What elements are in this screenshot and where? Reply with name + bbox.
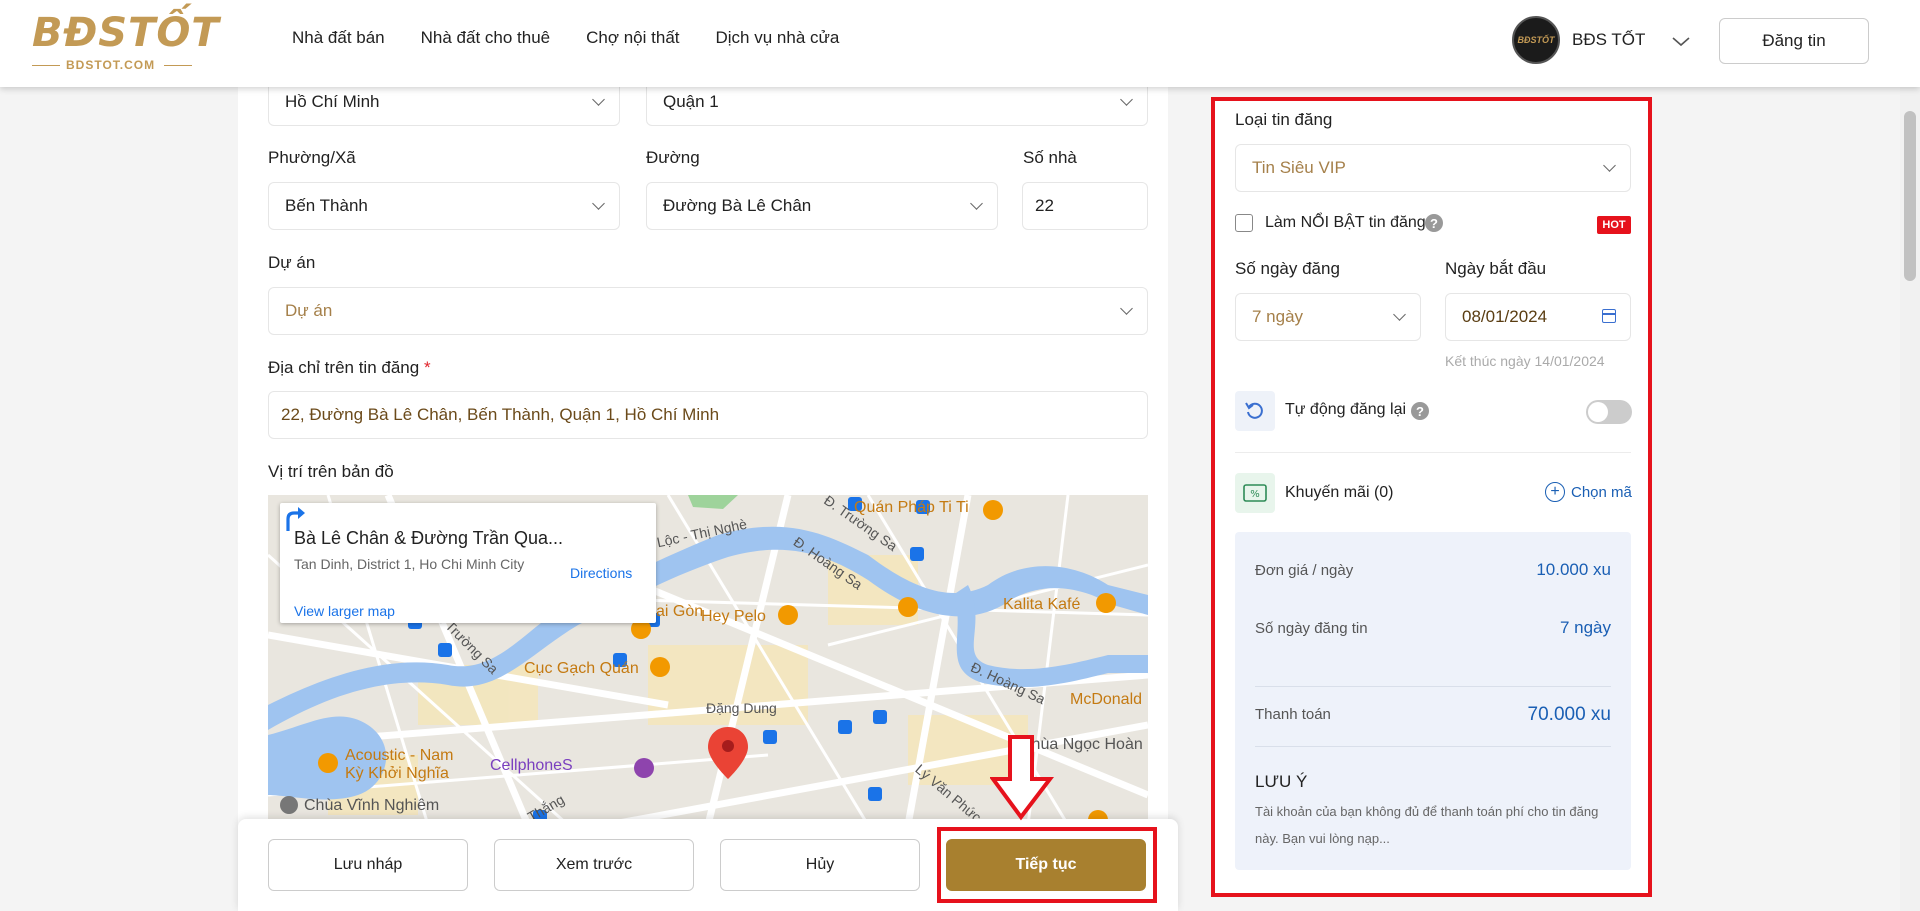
address-label-text: Địa chỉ trên tin đăng: [268, 358, 420, 377]
project-placeholder: Dự án: [285, 301, 333, 320]
address-value: 22, Đường Bà Lê Chân, Bến Thành, Quận 1,…: [281, 405, 720, 424]
arrow-down-icon: [990, 735, 1054, 821]
logo-text: BĐSTỐT: [32, 10, 220, 56]
preview-button[interactable]: Xem trước: [494, 839, 694, 891]
required-mark: *: [423, 358, 431, 377]
map-place-card: Bà Lê Chân & Đường Trần Qua... Tan Dinh,…: [280, 503, 656, 623]
avatar: BĐSTỐT: [1512, 16, 1560, 64]
nav-item-furniture[interactable]: Chợ nội thất: [586, 28, 679, 48]
site-logo[interactable]: BĐSTỐT BDSTOT.COM: [32, 10, 219, 74]
main-nav: Nhà đất bán Nhà đất cho thuê Chợ nội thấ…: [292, 28, 839, 48]
top-header: BĐSTỐT BDSTOT.COM Nhà đất bán Nhà đất ch…: [0, 0, 1920, 87]
directions-link[interactable]: Directions: [570, 565, 632, 581]
scrollbar-thumb[interactable]: [1904, 111, 1916, 281]
panel-highlight-box: [1211, 97, 1652, 897]
logo-divider: [164, 65, 192, 66]
street-select[interactable]: Đường Bà Lê Chân: [646, 182, 998, 230]
map-place[interactable]: CellphoneS: [490, 757, 573, 775]
save-draft-button[interactable]: Lưu nháp: [268, 839, 468, 891]
post-listing-button[interactable]: Đăng tin: [1719, 18, 1869, 64]
house-number-label: Số nhà: [1023, 148, 1077, 167]
chevron-down-icon: [592, 197, 605, 210]
place-card-address: Tan Dinh, District 1, Ho Chi Minh City: [294, 556, 525, 572]
place-card-title: Bà Lê Chân & Đường Trần Qua...: [294, 528, 563, 548]
map-place[interactable]: Acoustic - Nam: [345, 747, 453, 765]
view-larger-map-link[interactable]: View larger map: [294, 603, 395, 619]
project-label: Dự án: [268, 253, 316, 272]
map-place[interactable]: Chùa Vĩnh Nghiêm: [304, 797, 439, 815]
district-value: Quận 1: [663, 92, 719, 111]
nav-item-rent[interactable]: Nhà đất cho thuê: [421, 28, 550, 48]
directions-icon[interactable]: [280, 503, 310, 533]
map-place[interactable]: Hey Pelo: [701, 608, 766, 626]
logo-divider: [32, 65, 60, 66]
map-place[interactable]: ai Gòn: [656, 603, 703, 621]
user-name: BĐS TỐT: [1572, 30, 1646, 49]
page-scrollbar[interactable]: [1900, 87, 1920, 911]
chevron-down-icon: [970, 197, 983, 210]
street-value: Đường Bà Lê Chân: [663, 196, 812, 215]
ward-select[interactable]: Bến Thành: [268, 182, 620, 230]
house-number-value: 22: [1035, 196, 1054, 215]
chevron-down-icon: [592, 93, 605, 106]
project-select[interactable]: Dự án: [268, 287, 1148, 335]
chevron-down-icon: [1120, 93, 1133, 106]
house-number-input[interactable]: 22: [1022, 182, 1148, 230]
map-place[interactable]: Cục Gạch Quán: [524, 660, 639, 678]
user-menu[interactable]: BĐSTỐT BĐS TỐT: [1512, 16, 1690, 64]
map-place[interactable]: McDonald: [1070, 691, 1142, 709]
province-value: Hồ Chí Minh: [285, 92, 380, 111]
continue-highlight-box: [937, 827, 1157, 903]
address-label: Địa chỉ trên tin đăng *: [268, 358, 431, 378]
address-input[interactable]: 22, Đường Bà Lê Chân, Bến Thành, Quận 1,…: [268, 391, 1148, 439]
street-label: Đường: [646, 148, 700, 167]
map-street: Đặng Dung: [706, 700, 777, 716]
map-place[interactable]: Kalita Kafé: [1003, 596, 1080, 614]
nav-item-services[interactable]: Dịch vụ nhà cửa: [716, 28, 840, 48]
map-label: Vị trí trên bản đồ: [268, 462, 394, 481]
logo-subtext: BDSTOT.COM: [66, 58, 156, 72]
map-place[interactable]: Quán Pháp Ti Ti: [854, 499, 969, 517]
map-place[interactable]: Kỳ Khởi Nghĩa: [345, 765, 449, 783]
chevron-down-icon: [1120, 302, 1133, 315]
ward-value: Bến Thành: [285, 196, 368, 215]
chevron-down-icon: [1672, 34, 1690, 50]
nav-item-sale[interactable]: Nhà đất bán: [292, 28, 385, 48]
cancel-button[interactable]: Hủy: [720, 839, 920, 891]
ward-label: Phường/Xã: [268, 148, 356, 167]
